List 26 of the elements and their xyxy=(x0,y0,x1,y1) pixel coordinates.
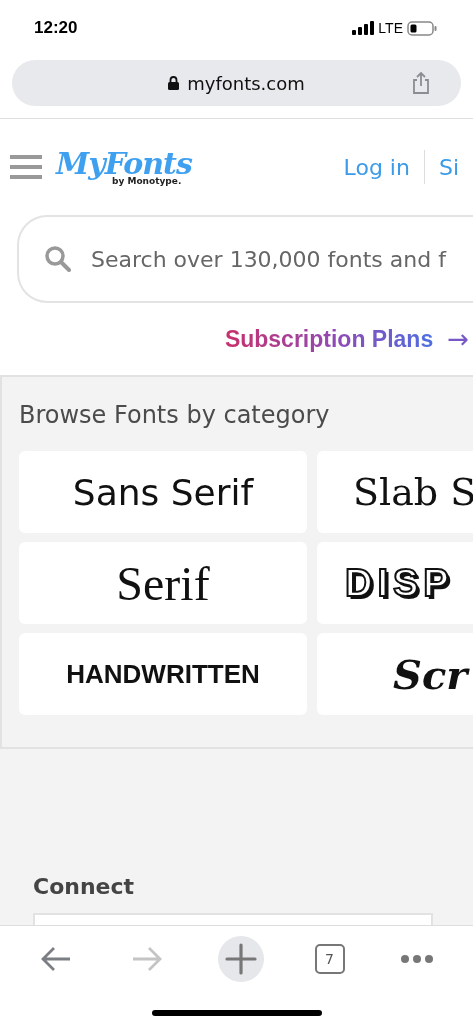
address-bar[interactable]: myfonts.com xyxy=(12,60,461,106)
search-icon xyxy=(45,246,71,272)
status-time: 12:20 xyxy=(34,18,78,38)
section-title: Browse Fonts by category xyxy=(19,401,331,429)
menu-icon[interactable] xyxy=(10,155,42,179)
tabs-button[interactable]: 7 xyxy=(314,944,345,974)
signal-icon xyxy=(352,21,375,35)
more-icon xyxy=(399,954,434,964)
category-card[interactable]: Serif xyxy=(19,542,307,624)
section-title: Connect xyxy=(33,874,136,899)
arrow-icon: → xyxy=(447,324,469,354)
category-card[interactable]: HANDWRITTEN xyxy=(19,633,307,715)
category-card[interactable]: DISP xyxy=(317,542,473,624)
search-field[interactable]: Search over 130,000 fonts and f xyxy=(89,245,473,273)
category-card[interactable]: Sans Serif xyxy=(19,451,307,533)
network-label: LTE xyxy=(378,20,403,36)
battery-icon xyxy=(407,20,437,36)
forward-arrow-icon xyxy=(130,945,163,973)
back-arrow-icon xyxy=(39,945,72,973)
plus-icon xyxy=(224,943,257,975)
lock-icon xyxy=(168,76,180,90)
category-card[interactable]: Scr xyxy=(317,633,473,715)
category-card[interactable]: Slab S xyxy=(317,451,473,533)
new-tab-button[interactable] xyxy=(217,936,264,982)
url-text: myfonts.com xyxy=(187,72,305,94)
share-icon[interactable] xyxy=(411,71,431,95)
